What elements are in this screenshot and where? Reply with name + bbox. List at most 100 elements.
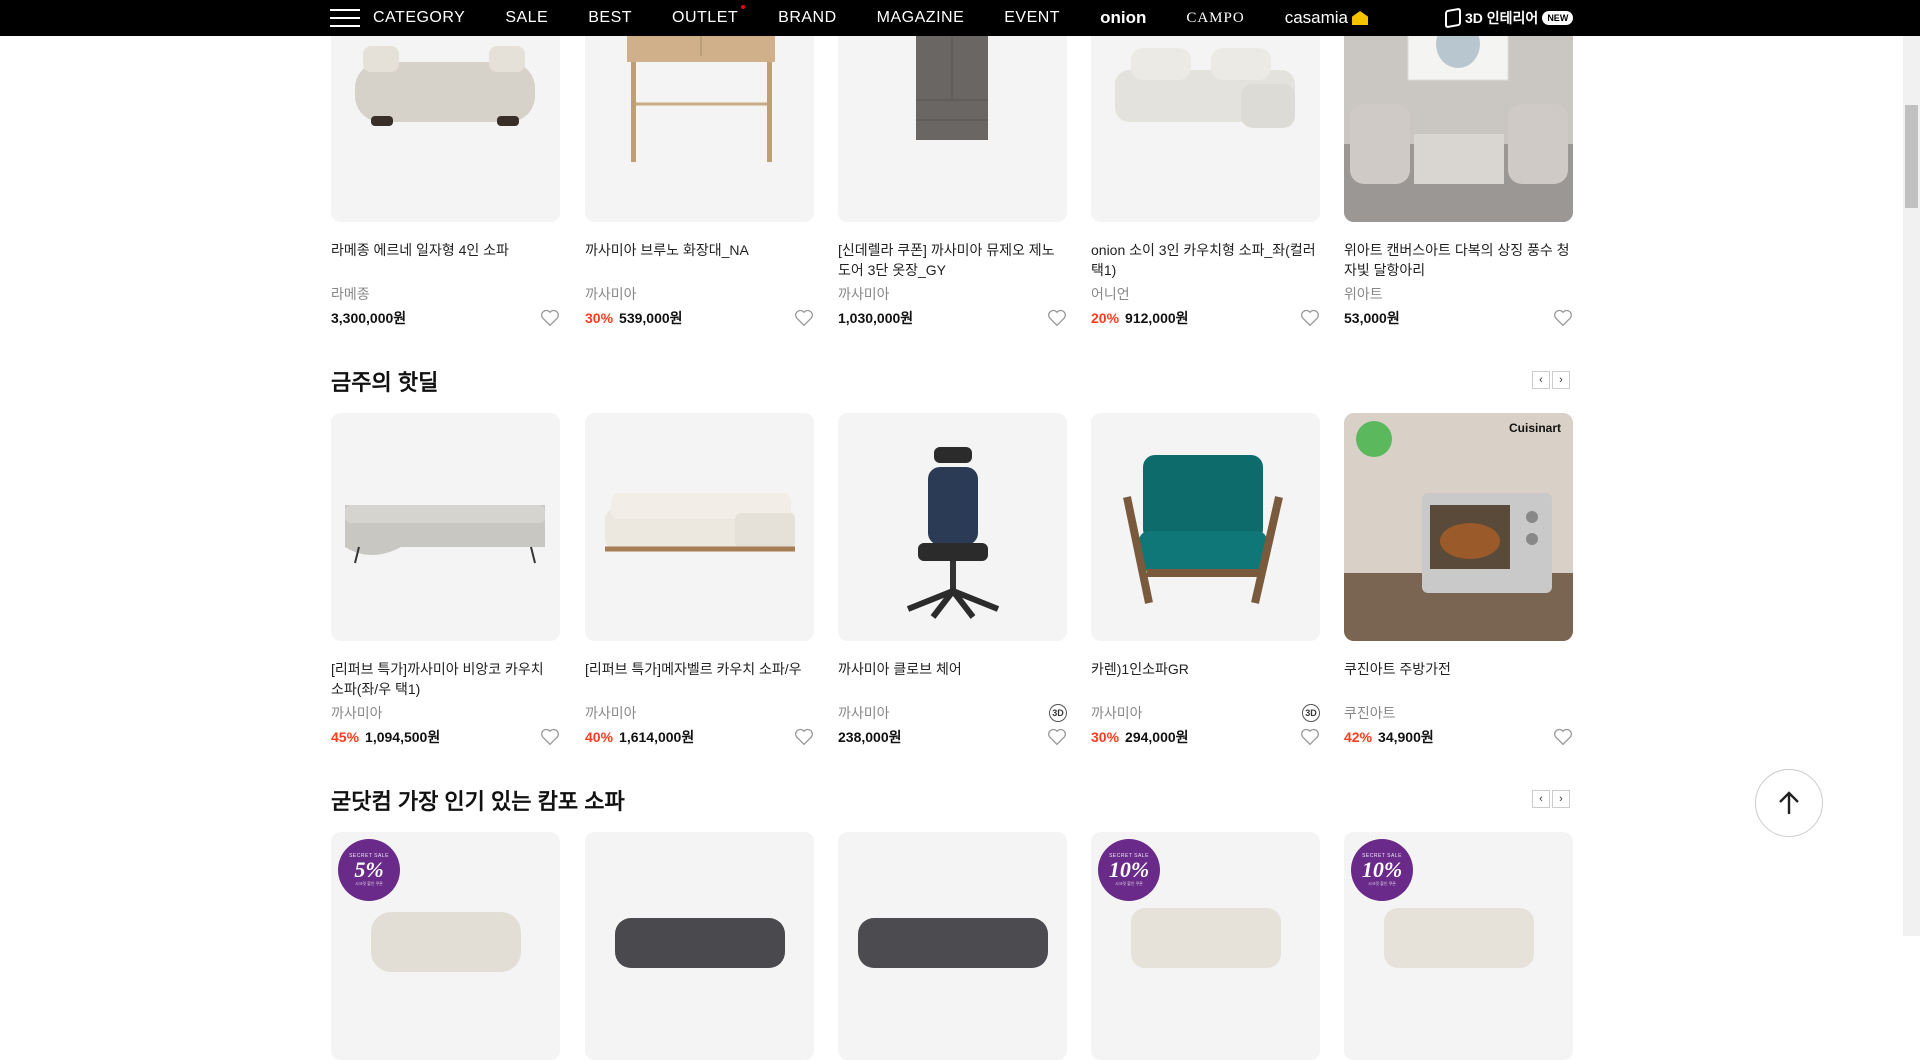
product-name[interactable]: [신데렐라 쿠폰] 까사미아 뮤제오 제노 도어 3단 옷장_GY [838, 240, 1067, 280]
product-name[interactable]: onion 소이 3인 카우치형 소파_좌(컬러 택1) [1091, 240, 1320, 280]
nav-outlet[interactable]: OUTLET [672, 5, 746, 27]
product-brand[interactable]: 까사미아 [585, 703, 637, 723]
product-card[interactable]: SECRET SALE 10% 시크릿 할인 쿠폰 [1344, 832, 1573, 1060]
heart-icon[interactable] [1553, 309, 1573, 327]
secret-sale-badge: SECRET SALE 10% 시크릿 할인 쿠폰 [1098, 839, 1160, 901]
product-price: 1,030,000원 [838, 308, 913, 328]
product-name[interactable]: 쿠진아트 주방가전 [1344, 659, 1573, 699]
product-brand[interactable]: 까사미아 [1091, 703, 1143, 723]
view-3d-icon[interactable]: 3D [1049, 704, 1067, 722]
nav-brand[interactable]: BRAND [778, 9, 837, 27]
product-brand[interactable]: 까사미아 [331, 703, 383, 723]
secret-sale-badge: SECRET SALE 5% 시크릿 할인 쿠폰 [338, 839, 400, 901]
product-brand[interactable]: 어니언 [1091, 284, 1130, 304]
product-card[interactable]: [신데렐라 쿠폰] 까사미아 뮤제오 제노 도어 3단 옷장_GY 까사미아 1… [838, 0, 1067, 328]
discount-rate: 30% [1091, 729, 1120, 745]
product-image[interactable]: Cuisinart [1344, 413, 1573, 641]
product-brand[interactable]: 위아트 [1344, 284, 1383, 304]
product-image[interactable] [585, 832, 814, 1060]
product-name[interactable]: 까사미아 클로브 체어 [838, 659, 1067, 699]
badge-bottom-text: 시크릿 할인 쿠폰 [355, 881, 383, 886]
scroll-to-top-button[interactable] [1755, 769, 1823, 837]
product-image[interactable] [838, 832, 1067, 1060]
product-brand[interactable]: 까사미아 [838, 703, 890, 723]
product-image[interactable] [585, 413, 814, 641]
product-name[interactable]: 라메종 에르네 일자형 4인 소파 [331, 240, 560, 280]
product-brand[interactable]: 라메종 [331, 284, 370, 304]
nav-outlet-label: OUTLET [672, 9, 739, 26]
heart-icon[interactable] [1047, 728, 1067, 746]
product-card[interactable]: [리퍼브 특가]까사미아 비앙코 카우치 소파(좌/우 택1) 까사미아 45%… [331, 413, 560, 747]
product-brand[interactable]: 까사미아 [585, 284, 637, 304]
product-name[interactable]: [리퍼브 특가]까사미아 비앙코 카우치 소파(좌/우 택1) [331, 659, 560, 699]
scrollbar-thumb[interactable] [1905, 105, 1918, 208]
product-image[interactable] [1091, 413, 1320, 641]
product-card[interactable] [838, 832, 1067, 1060]
product-image[interactable]: SECRET SALE 10% 시크릿 할인 쿠폰 [1344, 832, 1573, 1060]
prev-arrow-button[interactable]: ‹ [1532, 371, 1550, 389]
product-name[interactable]: 카렌)1인소파GR [1091, 659, 1320, 699]
nav-sale[interactable]: SALE [505, 9, 548, 27]
nav-campo-logo[interactable]: CAMPO [1186, 10, 1244, 27]
house-icon [1352, 11, 1369, 25]
heart-icon[interactable] [794, 309, 814, 327]
next-arrow-button[interactable]: › [1552, 371, 1570, 389]
badge-discount: 10% [1361, 857, 1403, 882]
discount-rate: 45% [331, 729, 360, 745]
product-card[interactable]: Cuisinart 쿠진아트 주방가전 쿠진아트 42% 34,900원 [1344, 413, 1573, 747]
scrollbar-track[interactable] [1903, 0, 1920, 936]
product-photo [585, 413, 814, 641]
secret-sale-badge: SECRET SALE 10% 시크릿 할인 쿠폰 [1351, 839, 1413, 901]
product-image[interactable]: SECRET SALE 5% 시크릿 할인 쿠폰 [331, 832, 560, 1060]
price-value: 1,614,000원 [619, 729, 695, 745]
product-card[interactable]: onion 소이 3인 카우치형 소파_좌(컬러 택1) 어니언 20% 912,… [1091, 0, 1320, 328]
nav-category[interactable]: CATEGORY [373, 9, 465, 27]
product-card[interactable]: SECRET SALE 5% 시크릿 할인 쿠폰 [331, 832, 560, 1060]
view-3d-icon[interactable]: 3D [1302, 704, 1320, 722]
prev-arrow-button[interactable]: ‹ [1532, 790, 1550, 808]
campo-carousel-arrows: ‹ › [1532, 790, 1570, 808]
product-name[interactable]: [리퍼브 특가]메자벨르 카우치 소파/우 [585, 659, 814, 699]
new-badge: NEW [1542, 11, 1574, 25]
heart-icon[interactable] [540, 728, 560, 746]
product-name[interactable]: 위아트 캔버스아트 다복의 상징 풍수 청자빛 달항아리 [1344, 240, 1573, 280]
nav-casamia-logo[interactable]: casamia [1285, 8, 1369, 28]
nav-magazine[interactable]: MAGAZINE [877, 9, 965, 27]
product-brand[interactable]: 까사미아 [838, 284, 890, 304]
product-card[interactable]: 카렌)1인소파GR 까사미아 3D 30% 294,000원 [1091, 413, 1320, 747]
nav-event[interactable]: EVENT [1004, 9, 1060, 27]
nav-best[interactable]: BEST [588, 9, 632, 27]
price-value: 1,030,000원 [838, 310, 914, 326]
product-card[interactable]: 위아트 캔버스아트 다복의 상징 풍수 청자빛 달항아리 위아트 53,000원 [1344, 0, 1573, 328]
heart-icon[interactable] [1300, 309, 1320, 327]
interior-3d-link[interactable]: 3D 인테리어 NEW [1445, 7, 1574, 29]
product-brand[interactable]: 쿠진아트 [1344, 703, 1396, 723]
nav-onion-logo[interactable]: onion [1100, 8, 1146, 28]
product-card[interactable]: [리퍼브 특가]메자벨르 카우치 소파/우 까사미아 40% 1,614,000원 [585, 413, 814, 747]
hamburger-icon[interactable] [330, 9, 360, 27]
next-arrow-button[interactable]: › [1552, 790, 1570, 808]
hotdeal-carousel-arrows: ‹ › [1532, 371, 1570, 389]
product-name[interactable]: 까사미아 브루노 화장대_NA [585, 240, 814, 280]
product-card[interactable]: 까사미아 클로브 체어 까사미아 3D 238,000원 [838, 413, 1067, 747]
heart-icon[interactable] [794, 728, 814, 746]
cube-3d-icon [1445, 7, 1461, 29]
product-photo [331, 413, 560, 641]
product-image[interactable] [331, 413, 560, 641]
product-card[interactable]: 라메종 에르네 일자형 4인 소파 라메종 3,300,000원 [331, 0, 560, 328]
heart-icon[interactable] [540, 309, 560, 327]
product-card[interactable] [585, 832, 814, 1060]
nav-links: CATEGORY SALE BEST OUTLET BRAND MAGAZINE… [373, 0, 1408, 36]
product-price: 30% 294,000원 [1091, 727, 1189, 747]
price-value: 539,000원 [619, 310, 683, 326]
product-card[interactable]: SECRET SALE 10% 시크릿 할인 쿠폰 [1091, 832, 1320, 1060]
heart-icon[interactable] [1300, 728, 1320, 746]
product-image[interactable] [838, 413, 1067, 641]
product-photo [585, 832, 814, 1060]
price-value: 1,094,500원 [365, 729, 441, 745]
product-image[interactable]: SECRET SALE 10% 시크릿 할인 쿠폰 [1091, 832, 1320, 1060]
heart-icon[interactable] [1047, 309, 1067, 327]
product-card[interactable]: 까사미아 브루노 화장대_NA 까사미아 30% 539,000원 [585, 0, 814, 328]
section-title-hotdeal: 금주의 핫딜 [331, 370, 439, 395]
heart-icon[interactable] [1553, 728, 1573, 746]
